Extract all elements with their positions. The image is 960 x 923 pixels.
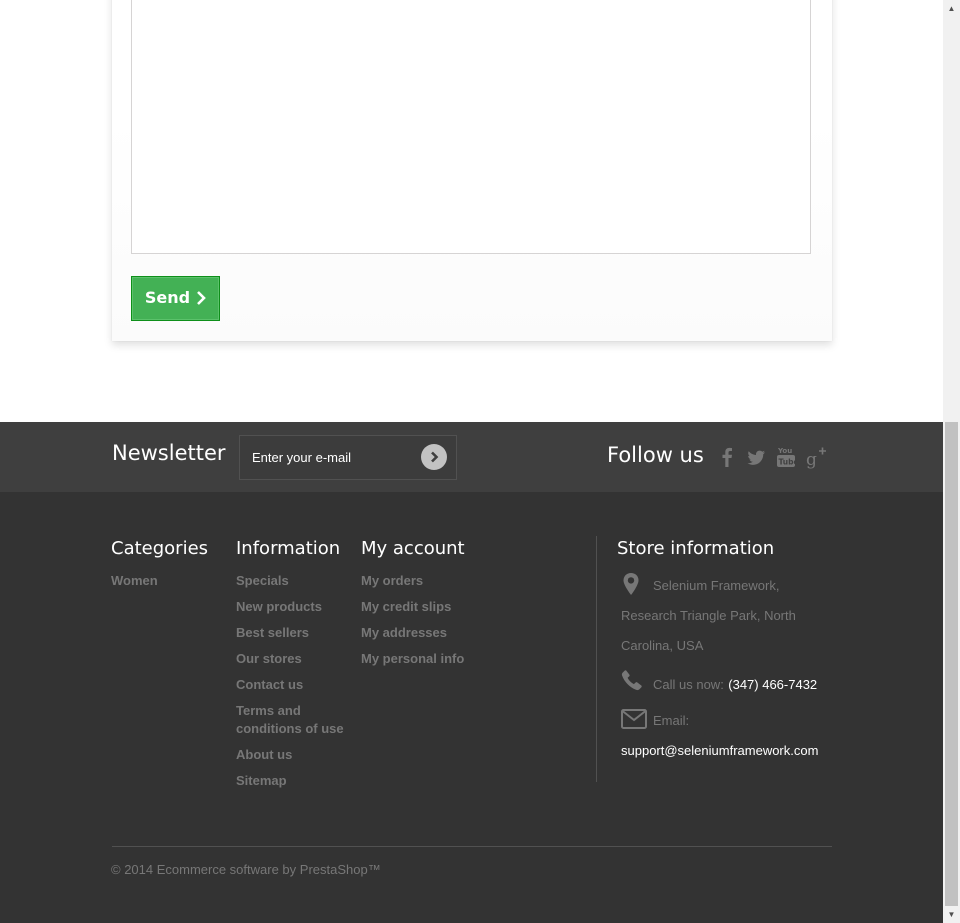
newsletter-bar: Newsletter Follow us You Tube g [0,422,943,492]
phone-label: Call us now: [653,677,724,692]
category-link[interactable]: Women [111,572,221,590]
chevron-right-icon [431,451,439,463]
phone-icon [621,670,642,691]
account-link-credit-slips[interactable]: My credit slips [361,598,581,616]
account-link-orders[interactable]: My orders [361,572,581,590]
store-address-line-1: Selenium Framework, [653,578,780,593]
information-list: Specials New products Best sellers Our s… [236,572,346,798]
information-link-our-stores[interactable]: Our stores [236,650,346,668]
information-link-new-products[interactable]: New products [236,598,346,616]
categories-title: Categories [111,538,209,559]
newsletter-field [239,435,457,480]
account-link-personal-info[interactable]: My personal info [361,650,581,668]
footer: Categories Women Information Specials Ne… [0,492,943,923]
information-link-terms[interactable]: Terms and conditions of use [236,702,346,738]
information-link-contact-us[interactable]: Contact us [236,676,346,694]
youtube-icon[interactable]: You Tube [775,445,799,469]
store-address-line-2: Research Triangle Park, North [621,608,796,623]
store-email-link[interactable]: support@seleniumframework.com [621,743,818,758]
footer-divider [112,846,832,847]
store-info-title: Store information [617,538,775,559]
twitter-icon[interactable] [745,445,767,469]
map-marker-icon [623,573,639,595]
store-address-line-3: Carolina, USA [621,638,704,653]
chevron-right-icon [197,290,206,305]
svg-text:g: g [806,450,817,469]
my-account-list: My orders My credit slips My addresses M… [361,572,581,676]
send-button[interactable]: Send [131,276,220,321]
store-phone: Call us now: (347) 466-7432 [653,676,817,694]
store-info-divider [596,536,597,782]
account-link-addresses[interactable]: My addresses [361,624,581,642]
my-account-title: My account [361,538,465,559]
svg-text:You: You [777,447,792,455]
google-plus-icon[interactable]: g [805,445,827,470]
email-label: Email: [653,713,690,728]
send-button-label: Send [144,288,191,307]
newsletter-submit-button[interactable] [421,444,447,470]
message-textarea[interactable] [131,0,811,254]
page-scrollbar[interactable]: ▲ ▼ [943,0,960,923]
information-link-sitemap[interactable]: Sitemap [236,772,346,790]
facebook-icon[interactable] [716,445,738,469]
categories-list: Women [111,572,221,598]
copyright-text: © 2014 Ecommerce software by PrestaShop™ [111,862,381,877]
svg-text:Tube: Tube [779,458,798,467]
scroll-down-arrow[interactable]: ▼ [943,906,960,923]
scroll-thumb[interactable] [945,422,958,906]
newsletter-title: Newsletter [112,441,226,465]
follow-us-title: Follow us [607,443,704,467]
phone-number: (347) 466-7432 [728,677,818,692]
envelope-icon [621,709,647,729]
information-title: Information [236,538,341,559]
information-link-about-us[interactable]: About us [236,746,346,764]
scroll-up-arrow[interactable]: ▲ [943,0,960,17]
information-link-specials[interactable]: Specials [236,572,346,590]
newsletter-email-input[interactable] [240,436,415,479]
information-link-best-sellers[interactable]: Best sellers [236,624,346,642]
